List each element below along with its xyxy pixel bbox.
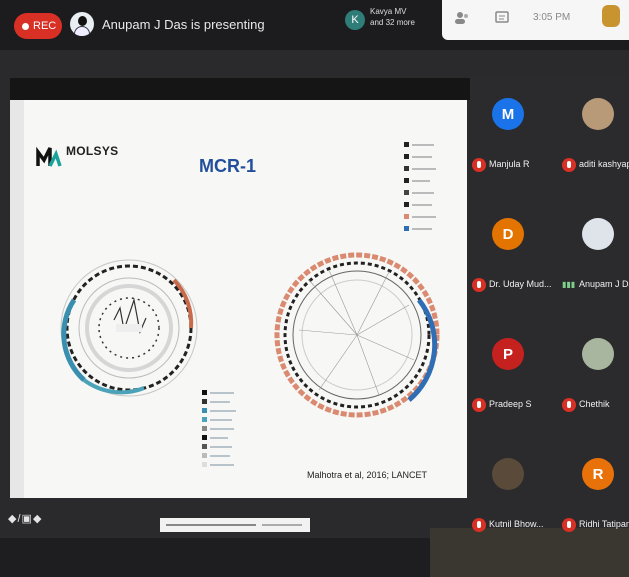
participant-name: Anupam J Das: [579, 279, 629, 289]
participant-avatar: P: [492, 338, 524, 370]
arrow-right-icon[interactable]: ◆: [33, 513, 42, 525]
participant-tile[interactable]: aditi kashyap: [560, 78, 629, 194]
slide-notes-bar: [160, 518, 310, 532]
record-dot-icon: [22, 22, 29, 30]
participant-tile[interactable]: ▮▮▮ Anupam J Das: [560, 198, 629, 314]
top-right-controls: 3:05 PM: [442, 0, 629, 40]
clock-time: 3:05 PM: [533, 12, 571, 23]
slide-edge: [10, 100, 24, 498]
participant-name: Ridhi Tatipara: [579, 519, 629, 529]
participant-photo: [582, 98, 614, 130]
participant-name: aditi kashyap: [579, 159, 629, 169]
mic-muted-icon: [562, 518, 576, 532]
participant-name: Chethik: [579, 399, 610, 409]
participant-tile[interactable]: D Dr. Uday Mud...: [470, 198, 552, 314]
participant-name: Dr. Uday Mud...: [489, 279, 552, 289]
participant-avatar: M: [492, 98, 524, 130]
participant-tile[interactable]: Kutnil Bhow...: [470, 438, 550, 554]
participant-tile[interactable]: R Ridhi Tatipara: [560, 438, 629, 554]
participant-avatar: D: [492, 218, 524, 250]
mic-muted-icon: [562, 398, 576, 412]
participant-photo: [582, 338, 614, 370]
viewer-summary[interactable]: Kavya MV and 32 more: [370, 6, 415, 28]
people-icon[interactable]: [454, 11, 470, 25]
mic-muted-icon: [472, 398, 486, 412]
rec-label: REC: [33, 20, 57, 32]
screen-icon[interactable]: ▣: [22, 513, 33, 525]
participant-name: Pradeep S: [489, 399, 532, 409]
presenter-avatar: [70, 12, 94, 36]
participants-grid: M Manjula R aditi kashyap D Dr. Uday Mud…: [470, 78, 629, 532]
activities-icon[interactable]: [602, 5, 620, 27]
participant-avatar: R: [582, 458, 614, 490]
speaking-indicator-icon: ▮▮▮: [562, 280, 576, 289]
participant-tile[interactable]: P Pradeep S: [470, 318, 550, 434]
plasmid-map-left: [60, 259, 198, 397]
slide-navigation[interactable]: ◆/▣◆: [8, 512, 42, 525]
plasmid-legend-left: [202, 388, 236, 469]
plasmid-legend-right: [404, 142, 436, 231]
participant-tile[interactable]: M Manjula R: [470, 78, 550, 194]
viewer-avatar: K: [345, 10, 365, 30]
participant-photo: [492, 458, 524, 490]
presentation-top-band: [10, 78, 470, 100]
mic-muted-icon: [562, 158, 576, 172]
mic-muted-icon: [472, 158, 486, 172]
viewer-name: Kavya MV: [370, 7, 407, 16]
participant-photo: [582, 218, 614, 250]
shared-slide: MOLSYS MCR-1 Malhotra et al, 2016; LANCE…: [24, 100, 467, 498]
molsys-logo-icon: [36, 146, 62, 167]
slide-title: MCR-1: [199, 156, 256, 176]
participant-tile[interactable]: Chethik: [560, 318, 629, 434]
chat-icon[interactable]: [494, 11, 510, 25]
slide-logo-text: MOLSYS: [66, 144, 119, 158]
participant-name: Kutnil Bhow...: [489, 519, 544, 529]
meeting-stage-bottom: [0, 538, 430, 577]
viewer-more: and 32 more: [370, 18, 415, 27]
mic-muted-icon: [472, 278, 486, 292]
recording-indicator: REC: [14, 13, 62, 39]
participant-name: Manjula R: [489, 159, 530, 169]
mic-muted-icon: [472, 518, 486, 532]
slide-citation: Malhotra et al, 2016; LANCET: [307, 470, 428, 480]
presenting-text: Anupam J Das is presenting: [102, 17, 265, 32]
